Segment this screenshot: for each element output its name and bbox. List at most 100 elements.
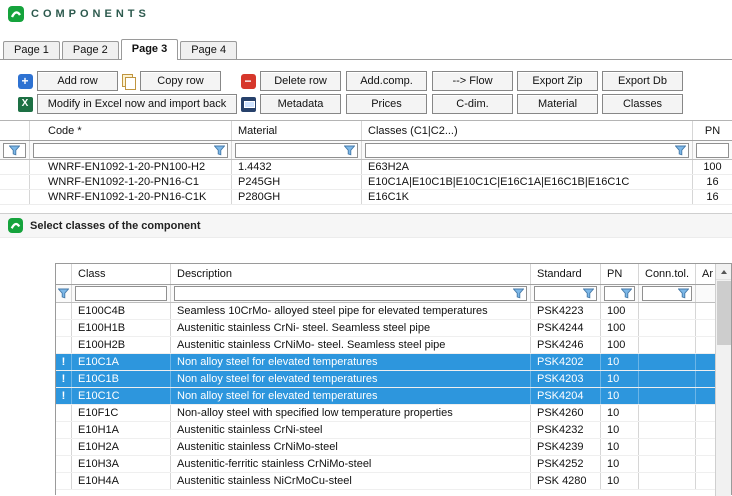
row-marker-cell: ! xyxy=(56,371,72,387)
copy-icon[interactable] xyxy=(120,73,136,89)
filter-standard-input[interactable] xyxy=(534,286,597,301)
row-marker-cell xyxy=(56,405,72,421)
filter-code-cell xyxy=(30,141,232,159)
column-header-material[interactable]: Material xyxy=(232,121,362,140)
vertical-scrollbar[interactable] xyxy=(715,264,731,496)
ar-cell xyxy=(696,456,717,472)
filter-selector[interactable] xyxy=(3,143,26,158)
pn-cell: 16 xyxy=(693,175,732,189)
filter-standard-cell xyxy=(531,285,601,302)
description-cell: Non alloy steel for elevated temperature… xyxy=(171,354,531,370)
class-row[interactable]: E100H1BAustenitic stainless CrNi- steel.… xyxy=(56,320,717,337)
class-cell: E100H2B xyxy=(72,337,171,353)
column-header-description[interactable]: Description xyxy=(171,264,531,284)
copy-row-button[interactable]: Copy row xyxy=(140,71,221,91)
column-header-pn[interactable]: PN xyxy=(601,264,639,284)
components-row[interactable]: WNRF-EN1092-1-20-PN16-C1P245GHE10C1A|E10… xyxy=(0,175,732,190)
material-button[interactable]: Material xyxy=(517,94,598,114)
column-header-pn[interactable]: PN xyxy=(693,121,732,140)
standard-cell: PSK4223 xyxy=(531,303,601,319)
filter-material-input[interactable] xyxy=(235,143,358,158)
class-row[interactable]: !E10C1ANon alloy steel for elevated temp… xyxy=(56,354,717,371)
row-selector-cell xyxy=(0,160,30,174)
filter-class-input[interactable] xyxy=(75,286,167,301)
class-cell: E10C1C xyxy=(72,388,171,404)
standard-cell: PSK4244 xyxy=(531,320,601,336)
modify-excel-button[interactable]: Modify in Excel now and import back xyxy=(37,94,237,114)
components-grid-header: Code * Material Classes (C1|C2...) PN xyxy=(0,121,732,141)
class-row[interactable]: !E10C1BNon alloy steel for elevated temp… xyxy=(56,371,717,388)
ar-cell xyxy=(696,439,717,455)
column-header-class[interactable]: Class xyxy=(72,264,171,284)
filter-code-input[interactable] xyxy=(33,143,228,158)
add-row-button[interactable]: Add row xyxy=(37,71,118,91)
conn-tol-cell xyxy=(639,473,696,489)
conn-tol-cell xyxy=(639,371,696,387)
delete-row-button[interactable]: Delete row xyxy=(260,71,341,91)
classes-cell: E10C1A|E10C1B|E10C1C|E16C1A|E16C1B|E16C1… xyxy=(362,175,693,189)
pn-cell: 100 xyxy=(601,320,639,336)
filter-icon[interactable] xyxy=(58,288,69,299)
filter-pn-input[interactable] xyxy=(604,286,635,301)
class-cell: E10C1A xyxy=(72,354,171,370)
c-dim-button[interactable]: C-dim. xyxy=(432,94,513,114)
export-db-button[interactable]: Export Db xyxy=(602,71,683,91)
ar-cell xyxy=(696,422,717,438)
standard-cell: PSK4239 xyxy=(531,439,601,455)
add-icon[interactable]: + xyxy=(17,73,33,89)
scrollbar-up-icon[interactable] xyxy=(716,264,731,280)
classes-grid: Class Description Standard PN Conn.tol. … xyxy=(55,263,732,495)
tab-page-1[interactable]: Page 1 xyxy=(3,41,60,59)
description-cell: Austenitic stainless CrNiMo-steel xyxy=(171,439,531,455)
column-header-ar[interactable]: Ar xyxy=(696,264,717,284)
conn-tol-cell xyxy=(639,303,696,319)
filter-pn-input[interactable] xyxy=(696,143,729,158)
tab-page-3[interactable]: Page 3 xyxy=(121,39,178,59)
conn-tol-cell xyxy=(639,439,696,455)
classes-button[interactable]: Classes xyxy=(602,94,683,114)
app-header: COMPONENTS xyxy=(8,6,150,22)
flow-button[interactable]: --> Flow xyxy=(432,71,513,91)
ar-cell xyxy=(696,473,717,489)
prices-button[interactable]: Prices xyxy=(346,94,427,114)
row-marker-cell: ! xyxy=(56,388,72,404)
tab-page-4[interactable]: Page 4 xyxy=(180,41,237,59)
class-row[interactable]: E10H1AAustenitic stainless CrNi-steelPSK… xyxy=(56,422,717,439)
filter-conn-tol-input[interactable] xyxy=(642,286,692,301)
description-cell: Austenitic-ferritic stainless CrNiMo-ste… xyxy=(171,456,531,472)
filter-description-input[interactable] xyxy=(174,286,527,301)
filter-marker-cell xyxy=(56,285,72,302)
description-cell: Austenitic stainless CrNiMo- steel. Seam… xyxy=(171,337,531,353)
class-row[interactable]: E10H2AAustenitic stainless CrNiMo-steelP… xyxy=(56,439,717,456)
description-cell: Non-alloy steel with specified low tempe… xyxy=(171,405,531,421)
excel-icon[interactable]: X xyxy=(17,96,33,112)
class-row[interactable]: E10F1CNon-alloy steel with specified low… xyxy=(56,405,717,422)
class-row[interactable]: E10H3AAustenitic-ferritic stainless CrNi… xyxy=(56,456,717,473)
column-header-code[interactable]: Code * xyxy=(30,121,232,140)
column-header-conn-tol[interactable]: Conn.tol. xyxy=(639,264,696,284)
material-cell: P245GH xyxy=(232,175,362,189)
class-row[interactable]: !E10C1CNon alloy steel for elevated temp… xyxy=(56,388,717,405)
class-row[interactable]: E100C4BSeamless 10CrMo- alloyed steel pi… xyxy=(56,303,717,320)
column-header-standard[interactable]: Standard xyxy=(531,264,601,284)
description-cell: Austenitic stainless NiCrMoCu-steel xyxy=(171,473,531,489)
components-row[interactable]: WNRF-EN1092-1-20-PN16-C1KP280GHE16C1K16 xyxy=(0,190,732,205)
metadata-icon[interactable] xyxy=(240,96,256,112)
scrollbar-thumb[interactable] xyxy=(717,281,731,345)
class-row[interactable]: E10H4AAustenitic stainless NiCrMoCu-stee… xyxy=(56,473,717,490)
toolbar-row-2: X Modify in Excel now and import back Me… xyxy=(0,94,732,114)
tab-page-2[interactable]: Page 2 xyxy=(62,41,119,59)
description-cell: Non alloy steel for elevated temperature… xyxy=(171,371,531,387)
filter-classes-input[interactable] xyxy=(365,143,689,158)
export-zip-button[interactable]: Export Zip xyxy=(517,71,598,91)
description-cell: Austenitic stainless CrNi- steel. Seamle… xyxy=(171,320,531,336)
delete-icon[interactable]: − xyxy=(240,73,256,89)
components-row[interactable]: WNRF-EN1092-1-20-PN100-H21.4432E63H2A100 xyxy=(0,160,732,175)
conn-tol-cell xyxy=(639,405,696,421)
row-marker-cell: ! xyxy=(56,354,72,370)
metadata-button[interactable]: Metadata xyxy=(260,94,341,114)
class-row[interactable]: E100H2BAustenitic stainless CrNiMo- stee… xyxy=(56,337,717,354)
pn-cell: 100 xyxy=(693,160,732,174)
column-header-classes[interactable]: Classes (C1|C2...) xyxy=(362,121,693,140)
add-comp-button[interactable]: Add.comp. xyxy=(346,71,427,91)
